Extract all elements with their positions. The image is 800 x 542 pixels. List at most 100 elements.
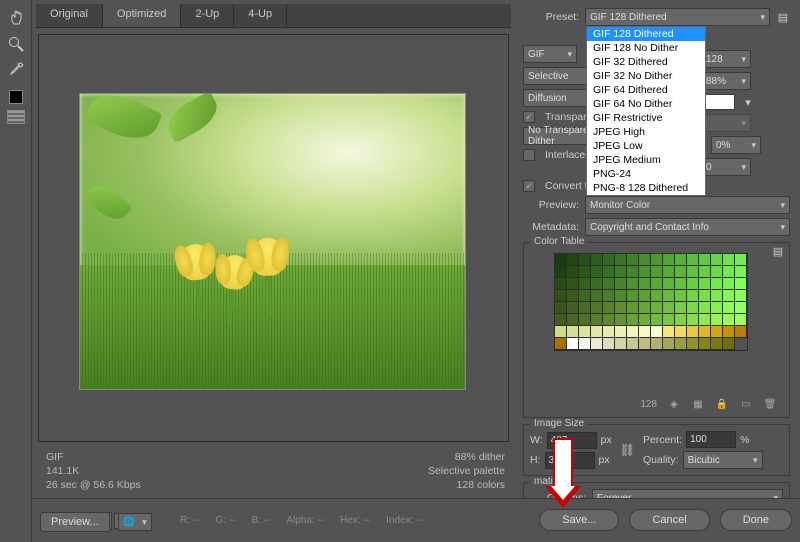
color-swatch[interactable]	[639, 266, 651, 278]
color-swatch[interactable]	[627, 266, 639, 278]
color-swatch[interactable]	[663, 302, 675, 314]
color-swatch[interactable]	[735, 326, 747, 338]
preset-option[interactable]: GIF 64 No Dither	[587, 97, 705, 111]
color-swatch[interactable]	[567, 338, 579, 350]
color-swatch[interactable]	[555, 326, 567, 338]
preset-option[interactable]: GIF Restrictive	[587, 111, 705, 125]
interlaced-checkbox[interactable]	[523, 149, 535, 161]
lock-color-icon[interactable]: 🔒	[715, 397, 729, 411]
format-select[interactable]: GIF	[523, 45, 577, 63]
color-swatch[interactable]	[591, 278, 603, 290]
color-swatch[interactable]	[639, 326, 651, 338]
preset-option[interactable]: PNG-24	[587, 167, 705, 181]
websafe-shift-icon[interactable]: ◈	[667, 397, 681, 411]
color-swatch[interactable]	[735, 254, 747, 266]
color-swatch[interactable]	[603, 254, 615, 266]
color-swatch[interactable]	[711, 314, 723, 326]
color-swatch[interactable]	[579, 266, 591, 278]
preset-option[interactable]: JPEG Medium	[587, 153, 705, 167]
color-swatch[interactable]	[723, 266, 735, 278]
preset-option[interactable]: JPEG High	[587, 125, 705, 139]
color-swatch[interactable]	[603, 266, 615, 278]
color-swatch[interactable]	[639, 302, 651, 314]
color-swatch[interactable]	[627, 302, 639, 314]
color-swatch[interactable]	[591, 266, 603, 278]
color-swatch[interactable]	[651, 314, 663, 326]
color-swatch[interactable]	[603, 314, 615, 326]
color-swatch[interactable]	[579, 314, 591, 326]
color-swatch[interactable]	[555, 338, 567, 350]
color-swatch[interactable]	[723, 338, 735, 350]
preview-canvas-area[interactable]	[38, 34, 509, 442]
foreground-color-swatch[interactable]	[9, 90, 23, 104]
color-swatch[interactable]	[615, 278, 627, 290]
color-swatch[interactable]	[687, 254, 699, 266]
color-swatch[interactable]	[663, 314, 675, 326]
color-swatch[interactable]	[687, 278, 699, 290]
color-swatch[interactable]	[687, 266, 699, 278]
tab-optimized[interactable]: Optimized	[103, 4, 182, 27]
convert-srgb-checkbox[interactable]: ✓	[523, 180, 535, 192]
preset-select[interactable]: GIF 128 Dithered GIF 128 DitheredGIF 128…	[585, 8, 770, 26]
loop-options-select[interactable]: Forever	[592, 489, 783, 498]
browser-preview-select[interactable]: 🌐	[118, 513, 152, 531]
color-swatch[interactable]	[603, 290, 615, 302]
hand-tool-icon[interactable]	[4, 6, 28, 30]
tab-original[interactable]: Original	[36, 4, 103, 27]
color-swatch[interactable]	[627, 290, 639, 302]
quality-select[interactable]: Bicubic	[683, 451, 763, 469]
color-swatch[interactable]	[579, 278, 591, 290]
metadata-select[interactable]: Copyright and Contact Info	[585, 218, 790, 236]
color-swatch[interactable]	[711, 290, 723, 302]
color-swatch[interactable]	[591, 314, 603, 326]
preset-flyout-icon[interactable]: ▤	[776, 11, 790, 24]
color-swatch[interactable]	[675, 302, 687, 314]
delete-color-icon[interactable]: 🗑	[763, 397, 777, 411]
color-swatch[interactable]	[639, 278, 651, 290]
color-swatch[interactable]	[579, 338, 591, 350]
color-swatch[interactable]	[591, 326, 603, 338]
color-swatch[interactable]	[555, 302, 567, 314]
color-swatch[interactable]	[651, 326, 663, 338]
color-swatch[interactable]	[567, 254, 579, 266]
color-swatch[interactable]	[735, 302, 747, 314]
color-swatch[interactable]	[675, 338, 687, 350]
color-swatch[interactable]	[675, 266, 687, 278]
color-swatch[interactable]	[663, 338, 675, 350]
done-button[interactable]: Done	[720, 509, 792, 531]
color-swatch[interactable]	[675, 326, 687, 338]
color-swatch[interactable]	[579, 254, 591, 266]
color-table-grid[interactable]	[554, 253, 748, 351]
color-swatch[interactable]	[723, 314, 735, 326]
color-swatch[interactable]	[591, 254, 603, 266]
color-swatch[interactable]	[615, 314, 627, 326]
color-swatch[interactable]	[711, 266, 723, 278]
color-swatch[interactable]	[735, 278, 747, 290]
color-swatch[interactable]	[603, 278, 615, 290]
color-swatch[interactable]	[591, 338, 603, 350]
color-swatch[interactable]	[567, 326, 579, 338]
eyedropper-tool-icon[interactable]	[4, 58, 28, 82]
color-swatch[interactable]	[699, 278, 711, 290]
zoom-tool-icon[interactable]	[4, 32, 28, 56]
preset-option[interactable]: GIF 128 No Dither	[587, 41, 705, 55]
map-transparent-icon[interactable]: ▦	[691, 397, 705, 411]
color-swatch[interactable]	[711, 326, 723, 338]
color-swatch[interactable]	[711, 338, 723, 350]
color-swatch[interactable]	[603, 302, 615, 314]
preset-option[interactable]: GIF 32 No Dither	[587, 69, 705, 83]
color-swatch[interactable]	[603, 326, 615, 338]
new-color-icon[interactable]: ▭	[739, 397, 753, 411]
constrain-link-icon[interactable]: ⛓	[620, 443, 635, 457]
dither-amount-select[interactable]: 88%	[701, 72, 751, 90]
color-swatch[interactable]	[663, 326, 675, 338]
color-swatch[interactable]	[651, 254, 663, 266]
color-swatch[interactable]	[735, 266, 747, 278]
color-table-flyout-icon[interactable]: ▤	[771, 245, 785, 258]
color-swatch[interactable]	[615, 254, 627, 266]
preset-option[interactable]: JPEG Low	[587, 139, 705, 153]
color-swatch[interactable]	[699, 302, 711, 314]
color-swatch[interactable]	[711, 302, 723, 314]
color-swatch[interactable]	[651, 338, 663, 350]
color-swatch[interactable]	[711, 278, 723, 290]
